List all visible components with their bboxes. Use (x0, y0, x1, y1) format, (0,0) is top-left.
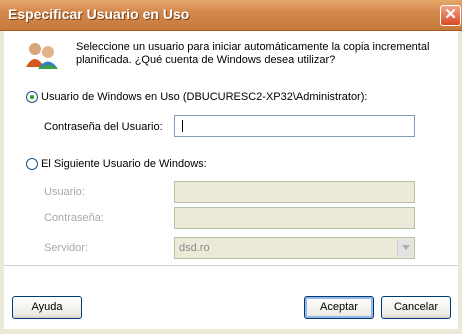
user-label: Usuario: (44, 186, 85, 198)
title-bar: Especificar Usuario en Uso ✕ (0, 0, 462, 31)
server-label: Servidor: (44, 242, 89, 254)
user-field[interactable] (174, 181, 415, 203)
radio-current-user-label[interactable]: Usuario de Windows en Uso (DBUCURESC2-XP… (41, 91, 367, 103)
other-password-field[interactable] (174, 207, 415, 229)
users-icon (26, 43, 58, 69)
ok-button[interactable]: Aceptar (304, 296, 374, 319)
current-password-field[interactable] (174, 115, 415, 137)
text-caret (182, 120, 183, 132)
separator (4, 265, 458, 266)
radio-current-user[interactable] (26, 91, 38, 103)
radio-other-user[interactable] (26, 158, 38, 170)
dialog-content: Seleccione un usuario para iniciar autom… (4, 31, 458, 329)
chevron-down-icon[interactable] (397, 239, 413, 257)
server-value: dsd.ro (179, 242, 210, 254)
other-password-label: Contraseña: (44, 212, 104, 224)
current-password-label: Contraseña del Usuario: (44, 121, 163, 133)
dialog-window: Especificar Usuario en Uso ✕ Seleccione … (0, 0, 462, 334)
help-button[interactable]: Ayuda (12, 296, 82, 319)
radio-other-user-label[interactable]: El Siguiente Usuario de Windows: (41, 158, 207, 170)
radio-selected-dot (30, 95, 34, 99)
close-button[interactable]: ✕ (440, 5, 461, 26)
dialog-title: Especificar Usuario en Uso (8, 6, 190, 22)
intro-text: Seleccione un usuario para iniciar autom… (76, 41, 430, 66)
cancel-button[interactable]: Cancelar (381, 296, 451, 319)
server-select[interactable]: dsd.ro (174, 237, 415, 259)
